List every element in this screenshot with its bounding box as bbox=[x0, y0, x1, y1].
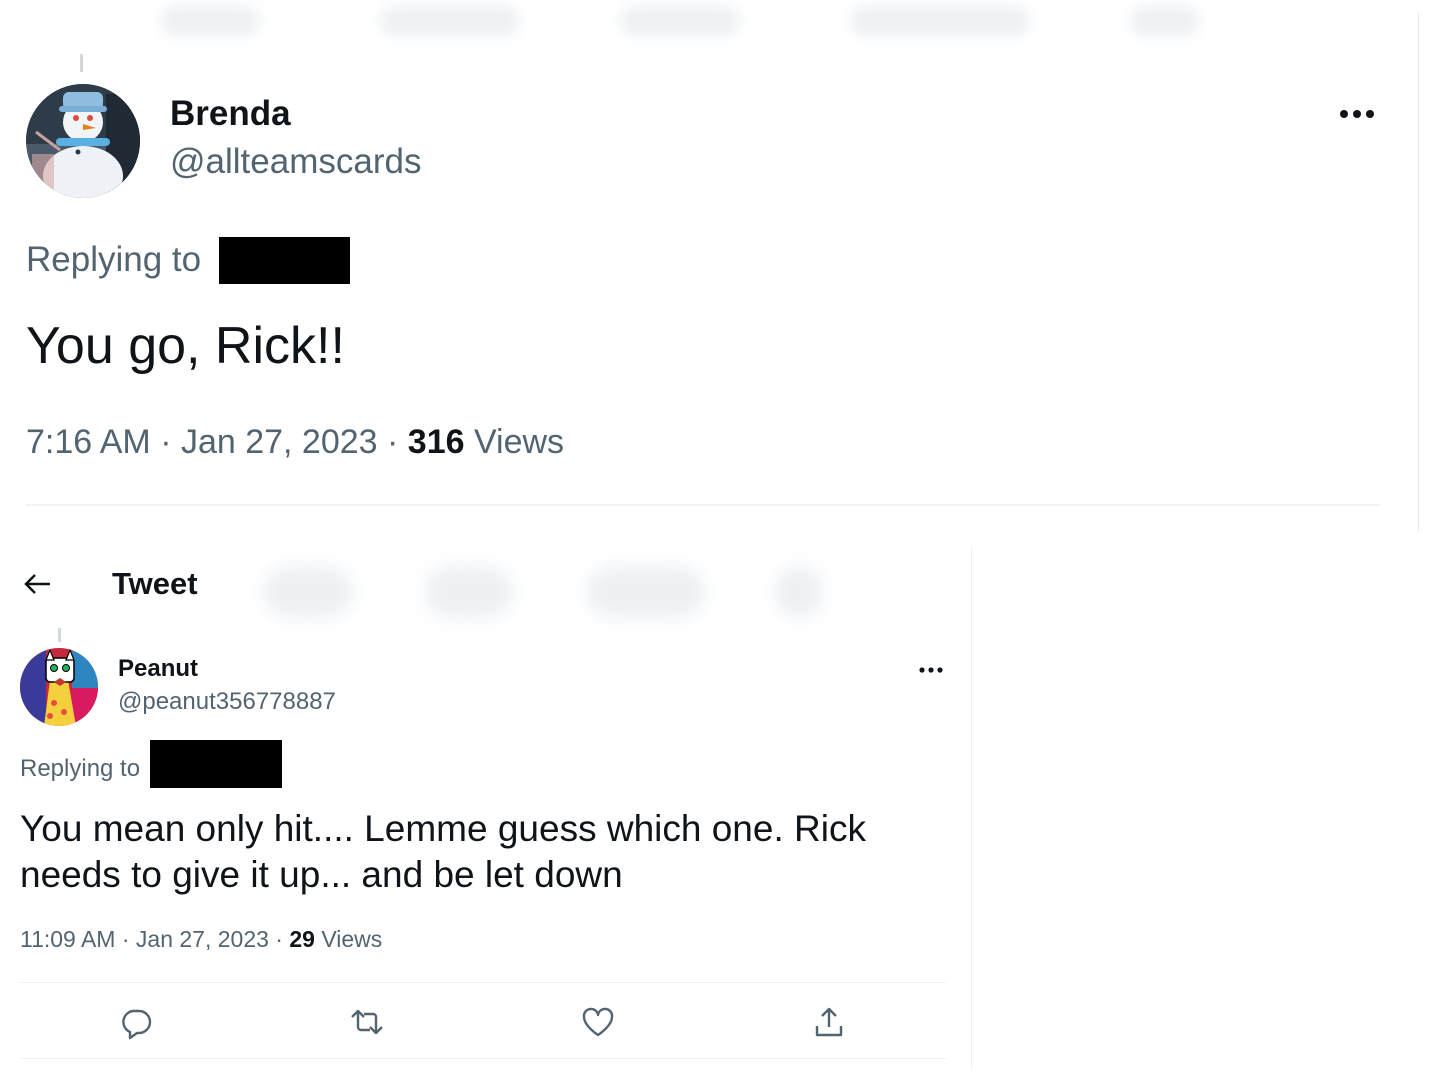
blurred-tab bbox=[620, 6, 740, 36]
redacted-mention bbox=[150, 740, 282, 788]
reply-icon[interactable] bbox=[118, 1004, 154, 1040]
tweet-text: You go, Rick!! bbox=[26, 317, 345, 375]
display-name[interactable]: Peanut bbox=[118, 655, 198, 683]
views-count: 316 bbox=[407, 423, 465, 461]
blurred-header-item bbox=[262, 566, 354, 618]
thread-connector bbox=[80, 54, 83, 72]
replying-to-label: Replying to bbox=[20, 755, 141, 782]
timestamp[interactable]: 7:16 AM · Jan 27, 2023 · bbox=[26, 423, 408, 461]
avatar[interactable] bbox=[26, 84, 140, 198]
page-title: Tweet bbox=[112, 566, 198, 601]
share-icon[interactable] bbox=[811, 1004, 847, 1040]
blurred-header-item bbox=[774, 566, 824, 618]
blurred-tab bbox=[160, 6, 260, 36]
views-label: Views bbox=[314, 926, 383, 952]
tweet-text: You mean only hit.... Lemme guess which … bbox=[20, 808, 866, 895]
replying-to-label: Replying to bbox=[26, 240, 202, 279]
display-name[interactable]: Brenda bbox=[170, 94, 291, 134]
user-handle[interactable]: @peanut356778887 bbox=[118, 688, 336, 716]
more-options-icon[interactable] bbox=[916, 660, 946, 680]
column-border bbox=[1418, 12, 1419, 532]
blurred-tab bbox=[850, 6, 1030, 36]
thread-connector bbox=[58, 628, 61, 642]
divider bbox=[20, 982, 946, 983]
tweet-meta: 11:09 AM · Jan 27, 2023 · 29 Views bbox=[20, 926, 382, 953]
blurred-header-item bbox=[424, 566, 514, 618]
more-options-icon[interactable] bbox=[1334, 100, 1380, 128]
like-icon[interactable] bbox=[580, 1004, 616, 1040]
avatar[interactable] bbox=[20, 648, 98, 726]
user-handle[interactable]: @allteamscards bbox=[170, 142, 421, 182]
back-arrow-icon[interactable] bbox=[22, 568, 54, 600]
redacted-mention bbox=[219, 237, 350, 284]
blurred-tab bbox=[1130, 6, 1200, 36]
blurred-tab bbox=[380, 6, 520, 36]
retweet-icon[interactable] bbox=[349, 1004, 385, 1040]
blurred-header-item bbox=[586, 566, 706, 618]
blurred-top-bar bbox=[140, 0, 1220, 40]
tweet-meta: 7:16 AM · Jan 27, 2023 · 316 Views bbox=[26, 423, 564, 462]
divider bbox=[20, 1058, 946, 1059]
column-border bbox=[971, 548, 972, 1068]
timestamp[interactable]: 11:09 AM · Jan 27, 2023 · bbox=[20, 926, 289, 952]
divider bbox=[26, 504, 1380, 506]
views-label: Views bbox=[464, 423, 565, 461]
views-count: 29 bbox=[289, 926, 315, 952]
